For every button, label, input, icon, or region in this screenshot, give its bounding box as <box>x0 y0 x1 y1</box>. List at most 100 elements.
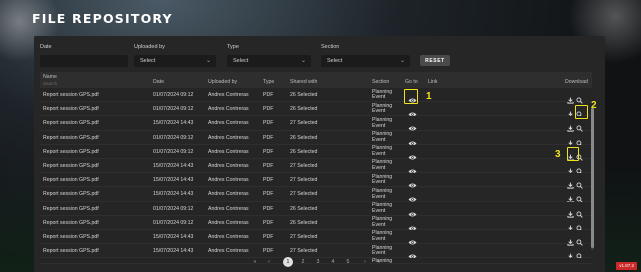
date-input[interactable] <box>40 55 128 67</box>
file-name[interactable]: Report session GPS.pdf <box>43 135 99 141</box>
table-scrollbar[interactable] <box>591 108 594 250</box>
section-select[interactable]: Select ⌄ <box>321 55 410 67</box>
file-shared-with[interactable]: 26 Selected <box>290 92 317 98</box>
eye-icon[interactable] <box>408 205 417 216</box>
column-header-name[interactable]: Name <box>43 74 57 80</box>
file-uploaded-by: Andres Contreras <box>208 120 249 127</box>
eye-icon[interactable] <box>408 119 417 131</box>
table-row[interactable]: Report session GPS.pdf 01/07/2024 09:12 An… <box>40 88 592 104</box>
table-row[interactable]: Report session GPS.pdf 15/07/2024 14:43 An… <box>40 229 592 246</box>
table-row[interactable]: Report session GPS.pdf 15/07/2024 14:43 An… <box>40 187 592 204</box>
page-button-1[interactable]: 1 <box>283 257 293 267</box>
file-name[interactable]: Report session GPS.pdf <box>43 234 99 240</box>
search-icon[interactable] <box>576 162 583 175</box>
table-row[interactable]: Report session GPS.pdf 01/07/2024 09:12 An… <box>40 216 592 232</box>
search-icon[interactable] <box>576 119 583 133</box>
download-icon[interactable] <box>567 105 574 118</box>
name-search-input[interactable]: Search <box>43 81 57 86</box>
file-shared-with[interactable]: 27 Selected <box>290 163 317 169</box>
table-row[interactable]: Report session GPS.pdf 15/07/2024 14:43 An… <box>40 116 592 133</box>
eye-icon[interactable] <box>408 162 417 174</box>
file-name[interactable]: Report session GPS.pdf <box>43 163 99 169</box>
filter-date: Date <box>40 44 128 67</box>
column-header-uploaded-by[interactable]: Uploaded by <box>208 79 237 85</box>
download-icon[interactable] <box>567 134 574 147</box>
file-name[interactable]: Report session GPS.pdf <box>43 206 99 212</box>
page-button-4[interactable]: 4 <box>328 257 338 267</box>
download-icon[interactable] <box>567 119 574 132</box>
file-shared-with[interactable]: 26 Selected <box>290 135 317 141</box>
page-button-2[interactable]: 2 <box>298 257 308 267</box>
table-row[interactable]: Report session GPS.pdf 01/07/2024 09:12 An… <box>40 201 592 218</box>
column-header-shared-with[interactable]: Shared with <box>290 79 317 85</box>
file-date: 01/07/2024 09:12 <box>153 219 194 226</box>
file-type: PDF <box>263 205 274 212</box>
file-shared-with[interactable]: 27 Selected <box>290 248 317 254</box>
search-icon[interactable] <box>576 176 583 189</box>
search-icon[interactable] <box>576 233 583 246</box>
file-shared-with[interactable]: 27 Selected <box>290 191 317 197</box>
uploaded-by-select[interactable]: Select ⌄ <box>134 55 216 67</box>
table-row[interactable]: Report session GPS.pdf 15/07/2024 14:43 An… <box>40 159 592 175</box>
last-page-button[interactable]: » <box>374 257 384 267</box>
page-button-3[interactable]: 3 <box>313 257 323 267</box>
eye-icon[interactable] <box>408 233 417 245</box>
download-icon[interactable] <box>567 190 574 203</box>
eye-icon[interactable] <box>408 247 417 259</box>
file-name[interactable]: Report session GPS.pdf <box>43 120 99 126</box>
download-icon[interactable] <box>567 162 574 175</box>
table-row[interactable]: Report session GPS.pdf 01/07/2024 09:12 An… <box>40 102 592 118</box>
search-icon[interactable] <box>576 205 583 218</box>
file-section-line-2: Event <box>372 221 386 228</box>
file-name[interactable]: Report session GPS.pdf <box>43 106 99 112</box>
type-select[interactable]: Select ⌄ <box>227 55 311 67</box>
eye-icon[interactable] <box>408 148 417 160</box>
eye-icon[interactable] <box>408 134 417 146</box>
download-icon[interactable] <box>567 219 574 232</box>
download-icon[interactable] <box>567 233 574 246</box>
file-shared-with[interactable]: 27 Selected <box>290 177 317 183</box>
file-shared-with[interactable]: 26 Selected <box>290 106 317 112</box>
search-icon[interactable] <box>576 91 583 104</box>
file-name[interactable]: Report session GPS.pdf <box>43 92 99 98</box>
file-name[interactable]: Report session GPS.pdf <box>43 149 99 155</box>
download-icon[interactable] <box>567 176 574 189</box>
file-shared-with[interactable]: 26 Selected <box>290 149 317 155</box>
file-shared-with[interactable]: 27 Selected <box>290 234 317 240</box>
file-section: Planning Event <box>372 89 392 102</box>
file-name[interactable]: Report session GPS.pdf <box>43 177 99 183</box>
table-row[interactable]: Report session GPS.pdf 01/07/2024 09:12 An… <box>40 144 592 161</box>
file-type: PDF <box>263 92 274 98</box>
page-button-5[interactable]: 5 <box>343 257 353 267</box>
uploaded-by-select-value: Select <box>140 58 156 64</box>
file-name[interactable]: Report session GPS.pdf <box>43 191 99 197</box>
file-shared-with[interactable]: 27 Selected <box>290 120 317 126</box>
file-name[interactable]: Report session GPS.pdf <box>43 248 99 254</box>
download-icon[interactable] <box>567 247 574 260</box>
eye-icon[interactable] <box>408 190 417 202</box>
eye-icon[interactable] <box>408 219 417 231</box>
next-page-button[interactable]: › <box>360 257 370 267</box>
file-name[interactable]: Report session GPS.pdf <box>43 220 99 226</box>
scrollbar-thumb[interactable] <box>591 108 594 248</box>
column-header-date[interactable]: Date <box>153 79 164 85</box>
search-icon[interactable] <box>576 219 583 232</box>
table-row[interactable]: Report session GPS.pdf 01/07/2024 09:12 An… <box>40 131 592 147</box>
column-header-section[interactable]: Section <box>372 79 389 85</box>
file-uploaded-by: Andres Contreras <box>208 219 249 226</box>
prev-page-button[interactable]: ‹ <box>264 257 274 267</box>
eye-icon[interactable] <box>408 105 417 117</box>
download-icon[interactable] <box>567 205 574 218</box>
download-icon[interactable] <box>567 91 574 104</box>
reset-button[interactable]: RESET <box>420 55 450 66</box>
search-icon[interactable] <box>576 247 583 260</box>
file-shared-with[interactable]: 26 Selected <box>290 220 317 226</box>
search-icon[interactable] <box>576 134 583 147</box>
table-row[interactable]: Report session GPS.pdf 15/07/2024 14:43 An… <box>40 173 592 189</box>
eye-icon[interactable] <box>408 176 417 188</box>
column-header-type[interactable]: Type <box>263 79 274 85</box>
file-shared-with[interactable]: 26 Selected <box>290 206 317 212</box>
filter-section-label: Section <box>321 44 340 50</box>
first-page-button[interactable]: « <box>250 257 260 267</box>
search-icon[interactable] <box>576 190 583 204</box>
